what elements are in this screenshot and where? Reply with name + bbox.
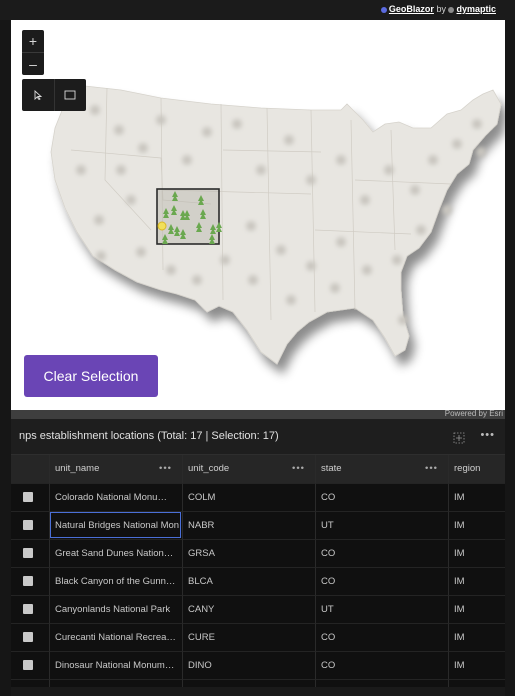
- feature-table-header: nps establishment locations (Total: 17 |…: [11, 419, 505, 455]
- cell-unit-code[interactable]: CURE: [182, 623, 315, 651]
- cell-unit-name[interactable]: Natural Bridges National Mon: [49, 511, 182, 539]
- column-menu-icon[interactable]: •••: [425, 455, 438, 483]
- geoblazor-link[interactable]: GeoBlazor: [389, 4, 434, 14]
- zoom-controls: + –: [22, 30, 44, 75]
- row-checkbox[interactable]: [23, 632, 33, 642]
- map-view[interactable]: + – Clear Selection: [11, 20, 505, 410]
- credit-by: by: [436, 4, 446, 14]
- rectangle-icon: [64, 90, 76, 100]
- cursor-icon: [34, 90, 42, 100]
- cell-unit-name[interactable]: Canyonlands National Park: [49, 595, 182, 623]
- row-checkbox[interactable]: [23, 604, 33, 614]
- table-menu-icon[interactable]: •••: [480, 429, 495, 441]
- attribution-bar: Powered by Esri: [11, 409, 505, 419]
- selection-tools: [22, 79, 86, 111]
- cell-unit-code[interactable]: NABR: [182, 511, 315, 539]
- selection-toggle-icon[interactable]: [453, 431, 465, 449]
- table-row[interactable]: Dinosaur National Monum… DINO CO IM: [11, 651, 505, 679]
- cell-state[interactable]: CO: [315, 483, 448, 511]
- cell-state[interactable]: CO: [315, 567, 448, 595]
- table-row[interactable]: Black Canyon of the Gunn… BLCA CO IM: [11, 567, 505, 595]
- cell-state[interactable]: CO: [315, 539, 448, 567]
- row-checkbox[interactable]: [23, 548, 33, 558]
- cell-region[interactable]: IM: [448, 595, 505, 623]
- select-cursor-button[interactable]: [22, 79, 54, 111]
- cell-unit-name[interactable]: Dinosaur National Monum…: [49, 651, 182, 679]
- cell-unit-code[interactable]: DINO: [182, 651, 315, 679]
- cell-unit-code[interactable]: COLM: [182, 483, 315, 511]
- feature-table: unit_name ••• unit_code ••• state ••• regio…: [11, 455, 505, 687]
- top-bar: GeoBlazor by dymaptic: [0, 0, 515, 20]
- cell-unit-name[interactable]: Colorado National Monu…: [49, 483, 182, 511]
- cell-state[interactable]: UT: [315, 511, 448, 539]
- column-header-unit-code[interactable]: unit_code •••: [182, 455, 315, 483]
- table-row[interactable]: Great Sand Dunes Nation… GRSA CO IM: [11, 539, 505, 567]
- cell-region[interactable]: IM: [448, 511, 505, 539]
- cell-region[interactable]: IM: [448, 651, 505, 679]
- table-row-partial[interactable]: [11, 679, 505, 687]
- select-all-column: [11, 455, 49, 483]
- clear-selection-button[interactable]: Clear Selection: [24, 355, 158, 397]
- dymaptic-logo-icon: [448, 6, 455, 13]
- highlighted-marker: [157, 221, 167, 231]
- cell-unit-code[interactable]: BLCA: [182, 567, 315, 595]
- cell-unit-code[interactable]: GRSA: [182, 539, 315, 567]
- row-checkbox[interactable]: [23, 492, 33, 502]
- table-title: nps establishment locations (Total: 17 |…: [19, 430, 279, 442]
- column-header-unit-name[interactable]: unit_name •••: [49, 455, 182, 483]
- zoom-out-button[interactable]: –: [22, 52, 44, 75]
- cell-state[interactable]: UT: [315, 595, 448, 623]
- cell-region[interactable]: IM: [448, 539, 505, 567]
- table-row[interactable]: Natural Bridges National Mon NABR UT IM: [11, 511, 505, 539]
- cell-unit-code[interactable]: CANY: [182, 595, 315, 623]
- column-menu-icon[interactable]: •••: [292, 455, 305, 483]
- credit-line: GeoBlazor by dymaptic: [380, 4, 496, 14]
- table-row[interactable]: Curecanti National Recrea… CURE CO IM: [11, 623, 505, 651]
- cell-unit-name[interactable]: Black Canyon of the Gunn…: [49, 567, 182, 595]
- zoom-in-button[interactable]: +: [22, 30, 44, 52]
- cell-region[interactable]: IM: [448, 623, 505, 651]
- cell-unit-name[interactable]: Great Sand Dunes Nation…: [49, 539, 182, 567]
- table-row[interactable]: Colorado National Monu… COLM CO IM: [11, 483, 505, 511]
- table-row[interactable]: Canyonlands National Park CANY UT IM: [11, 595, 505, 623]
- column-header-state[interactable]: state •••: [315, 455, 448, 483]
- row-checkbox[interactable]: [23, 520, 33, 530]
- row-checkbox[interactable]: [23, 660, 33, 670]
- geoblazor-logo-icon: [380, 6, 387, 13]
- cell-state[interactable]: CO: [315, 623, 448, 651]
- select-rectangle-button[interactable]: [53, 79, 87, 111]
- row-checkbox[interactable]: [23, 576, 33, 586]
- esri-attribution[interactable]: Powered by Esri: [445, 409, 503, 418]
- cell-unit-name[interactable]: Curecanti National Recrea…: [49, 623, 182, 651]
- column-header-region[interactable]: region: [448, 455, 505, 483]
- cell-region[interactable]: IM: [448, 483, 505, 511]
- bottom-strip: [11, 687, 505, 696]
- table-header-row: unit_name ••• unit_code ••• state ••• regio…: [11, 455, 505, 483]
- cell-state[interactable]: CO: [315, 651, 448, 679]
- column-menu-icon[interactable]: •••: [159, 455, 172, 483]
- dymaptic-link[interactable]: dymaptic: [456, 4, 496, 14]
- cell-region[interactable]: IM: [448, 567, 505, 595]
